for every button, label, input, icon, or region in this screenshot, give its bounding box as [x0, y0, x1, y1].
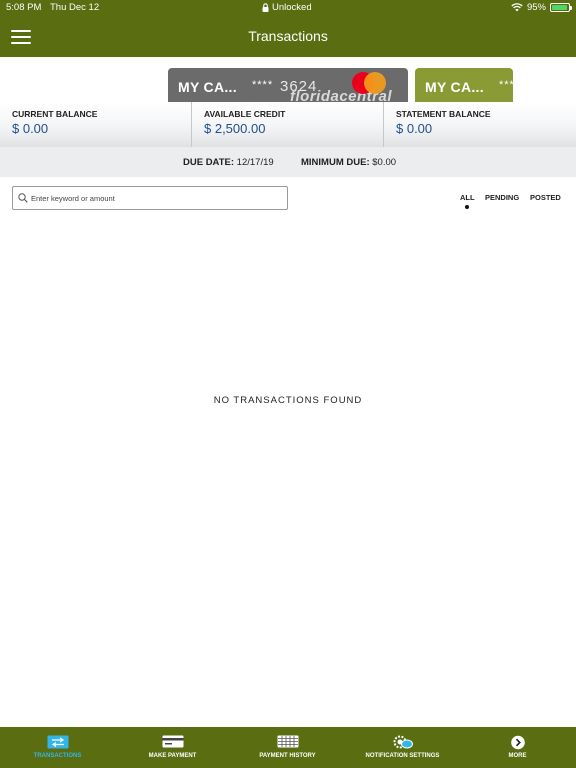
search-icon — [18, 193, 28, 203]
tab-label: NOTIFICATION SETTINGS — [365, 753, 440, 759]
filter-all[interactable]: ALL — [460, 193, 475, 202]
minimum-due: MINIMUM DUE: $0.00 — [301, 157, 396, 168]
card-mask: *** — [499, 79, 513, 91]
gear-chat-icon — [393, 735, 413, 749]
due-date-label: DUE DATE: — [183, 157, 235, 168]
card-mask: **** — [252, 79, 274, 91]
minimum-due-label: MINIMUM DUE: — [301, 157, 370, 168]
current-balance-label: CURRENT BALANCE — [12, 109, 98, 119]
card-icon — [162, 735, 183, 748]
wifi-icon — [511, 3, 523, 12]
current-balance-value: $ 0.00 — [12, 121, 49, 136]
tab-more[interactable]: MORE — [460, 727, 575, 768]
app-header: 5:08 PM Thu Dec 12 Unlocked 95% Transact… — [0, 0, 576, 57]
card-secondary[interactable]: MY CA... *** — [415, 68, 513, 102]
statement-balance-label: STATEMENT BALANCE — [396, 109, 491, 119]
tab-payment-history[interactable]: PAYMENT HISTORY — [230, 727, 345, 768]
status-date: Thu Dec 12 — [50, 2, 100, 13]
available-credit-label: AVAILABLE CREDIT — [204, 109, 286, 119]
filter-pending[interactable]: PENDING — [485, 193, 519, 202]
tab-label: TRANSACTIONS — [33, 753, 82, 759]
minimum-due-value: $0.00 — [372, 157, 397, 168]
filter-posted[interactable]: POSTED — [530, 193, 561, 202]
chevron-right-circle-icon — [510, 735, 525, 750]
lock-label: Unlocked — [272, 2, 312, 13]
card-name: MY CA... — [178, 79, 237, 95]
search-input[interactable] — [31, 190, 281, 206]
tab-label: MORE — [508, 753, 527, 759]
available-credit-value: $ 2,500.00 — [204, 121, 266, 136]
statement-balance: STATEMENT BALANCE $ 0.00 — [383, 102, 576, 147]
card-primary[interactable]: MY CA... **** 3624 floridacentral — [168, 68, 408, 102]
tab-label: PAYMENT HISTORY — [259, 753, 316, 759]
status-lock: Unlocked — [262, 2, 312, 13]
tab-bar: TRANSACTIONS MAKE PAYMENT PAYMENT HISTOR… — [0, 727, 576, 768]
filter-selected-indicator — [465, 205, 469, 209]
balance-summary: CURRENT BALANCE $ 0.00 AVAILABLE CREDIT … — [0, 102, 576, 147]
tab-label: MAKE PAYMENT — [148, 753, 197, 759]
transactions-icon — [47, 735, 68, 749]
status-right: 95% — [511, 2, 572, 13]
lock-icon — [262, 3, 269, 12]
page-title: Transactions — [248, 28, 328, 44]
battery-percent: 95% — [526, 2, 546, 13]
battery-fill — [552, 5, 568, 10]
search-box[interactable] — [12, 186, 288, 210]
empty-state-message: NO TRANSACTIONS FOUND — [213, 395, 363, 406]
card-name: MY CA... — [425, 79, 484, 95]
status-bar: 5:08 PM Thu Dec 12 Unlocked 95% — [0, 0, 576, 15]
due-date: DUE DATE: 12/17/19 — [183, 157, 274, 168]
status-time: 5:08 PM — [6, 2, 42, 13]
tab-transactions[interactable]: TRANSACTIONS — [0, 727, 115, 768]
battery-icon — [550, 3, 572, 12]
tab-make-payment[interactable]: MAKE PAYMENT — [115, 727, 230, 768]
available-credit: AVAILABLE CREDIT $ 2,500.00 — [191, 102, 383, 147]
statement-balance-value: $ 0.00 — [396, 121, 433, 136]
due-date-value: 12/17/19 — [236, 157, 274, 168]
mastercard-icon — [352, 72, 386, 94]
calendar-icon — [277, 735, 298, 748]
card-carousel[interactable]: MY CA... **** 3624 floridacentral MY CA.… — [0, 57, 576, 102]
current-balance: CURRENT BALANCE $ 0.00 — [0, 102, 191, 147]
due-bar: DUE DATE: 12/17/19 MINIMUM DUE: $0.00 — [0, 147, 576, 177]
tab-notification-settings[interactable]: NOTIFICATION SETTINGS — [345, 727, 460, 768]
